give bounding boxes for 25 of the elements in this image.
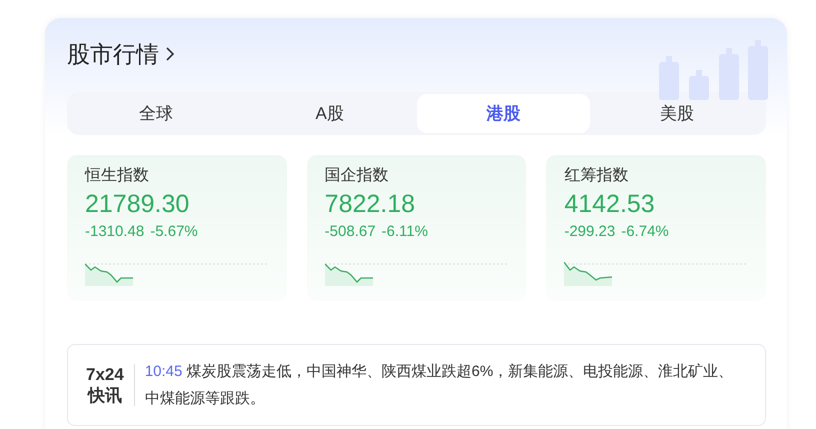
index-name: 国企指数: [324, 166, 390, 186]
index-percent: -5.67%: [150, 223, 198, 240]
index-percent: -6.11%: [382, 223, 428, 240]
index-name: 红筹指数: [564, 166, 630, 186]
badge-label: 快讯: [88, 385, 122, 406]
market-tab[interactable]: 全球: [69, 94, 243, 133]
market-tab[interactable]: 港股: [416, 94, 590, 133]
bar-chart-icon: [659, 40, 769, 100]
index-value: 21789.30: [85, 190, 190, 219]
index-value: 4142.53: [564, 190, 656, 219]
index-card[interactable]: 红筹指数 4142.53 -299.23 -6.74%: [546, 155, 766, 301]
index-name: 恒生指数: [85, 166, 150, 186]
section-title[interactable]: 股市行情: [67, 38, 159, 70]
market-tab[interactable]: 美股: [590, 94, 764, 133]
index-change: -508.67: [324, 223, 376, 240]
index-change: -299.23: [564, 223, 616, 240]
chevron-right-icon[interactable]: [165, 46, 175, 62]
market-tab[interactable]: A股: [242, 94, 416, 133]
news-text[interactable]: 10:45 煤炭股震荡走低，中国神华、陕西煤业跌超6%，新集能源、电投能源、淮北矿业、中煤能源等跟跌。: [144, 358, 747, 412]
index-card[interactable]: 恒生指数 21789.30 -1310.48 -5.67%: [67, 155, 287, 301]
index-percent: -6.74%: [621, 223, 669, 240]
index-card[interactable]: 国企指数 7822.18 -508.67 -6.11%: [306, 155, 526, 301]
index-value: 7822.18: [324, 190, 416, 219]
badge-text: 7x24: [86, 364, 124, 385]
index-change: -1310.48: [85, 223, 144, 240]
